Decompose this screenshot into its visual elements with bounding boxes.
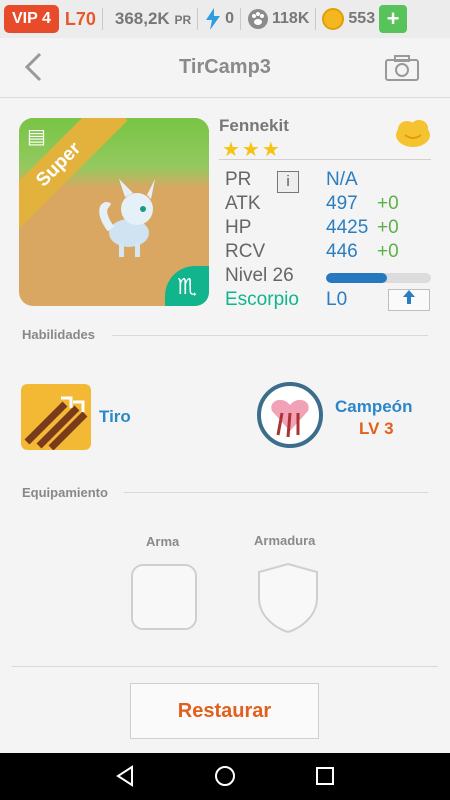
divider [315,8,317,30]
info-button[interactable]: i [277,171,299,193]
player-level: L70 [64,8,96,29]
vip-badge[interactable]: VIP 4 [4,5,59,33]
camera-icon[interactable] [384,54,420,82]
divider [112,335,428,336]
zodiac-name: Escorpio [225,289,299,310]
stat-label: PR [225,169,252,190]
divider [124,492,428,493]
back-triangle-icon[interactable] [114,765,136,787]
divider [101,8,103,30]
calendar-icon: ▤ [27,126,46,148]
add-currency-button[interactable]: + [379,5,408,33]
stat-bonus: +0 [377,241,399,262]
power-unit: PR [174,13,192,27]
zodiac-row: Escorpio L0 [225,289,430,313]
stat-label: HP [225,217,252,238]
page-title: TirCamp3 [179,56,271,78]
energy-stat[interactable]: 0 [204,8,234,30]
heart-claw-skill-icon[interactable] [256,381,324,449]
armor-label: Armadura [254,533,316,548]
upgrade-zodiac-button[interactable] [388,289,430,311]
power-rating: 368,2K PR [115,9,191,29]
stat-bonus: +0 [377,193,399,214]
cloud-icon[interactable] [393,117,433,149]
stat-value: 497 [326,193,358,214]
stat-value: N/A [326,169,358,190]
divider [197,8,199,30]
coin-stat[interactable]: 553 [322,8,375,30]
zodiac-badge: ♏ [165,266,209,306]
level-progress-fill [326,273,387,283]
pet-sprite [99,179,155,257]
paw-icon [248,9,269,29]
stat-value: 446 [326,241,358,262]
skills-heading: Habilidades [22,327,95,342]
level-label: Nivel 26 [225,265,294,286]
weapon-slot[interactable] [131,564,197,630]
recents-square-icon[interactable] [314,765,336,787]
zodiac-level: L0 [326,289,348,310]
level-progress-bar [326,273,431,283]
power-value: 368,2K [114,9,170,28]
equipment-heading: Equipamiento [22,485,108,500]
arrows-skill-icon[interactable] [21,384,91,450]
stat-label: RCV [225,241,266,262]
coin-value: 553 [348,10,376,27]
level-row: Nivel 26 [225,265,431,289]
page-header: TirCamp3 [0,38,450,98]
home-circle-icon[interactable] [214,765,236,787]
food-value: 118K [272,10,310,27]
arrow-up-icon [403,290,415,304]
energy-value: 0 [225,10,235,27]
divider [219,159,431,160]
armor-slot[interactable] [255,562,321,634]
divider [12,666,438,667]
weapon-label: Arma [146,534,180,549]
stat-bonus: +0 [377,217,399,238]
lightning-icon [206,8,221,30]
system-nav-bar [0,753,450,800]
pet-name: Fennekit [219,116,289,135]
restore-button[interactable]: Restaurar [130,683,319,739]
stat-value: 4425 [326,217,369,238]
skill-name[interactable]: Campeón [335,397,412,417]
stat-label: ATK [225,193,261,214]
skill-name[interactable]: Tiro [99,407,131,427]
pet-portrait-card[interactable]: Super ▤ ♏ [19,118,209,306]
food-stat[interactable]: 118K [247,8,309,30]
divider [240,8,242,30]
pet-detail-panel: Super ▤ ♏ Fennekit ★★★ PR i N/A ATK 497 [0,99,450,753]
coin-icon [322,8,345,30]
resource-bar: VIP 4 L70 368,2K PR 0 118K 553 + [0,0,450,38]
skill-level: LV 3 [359,419,394,438]
